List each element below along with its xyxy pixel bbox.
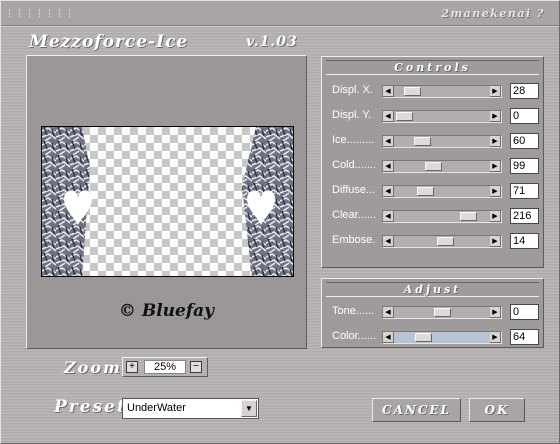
arrow-right-icon[interactable]: ▶: [490, 161, 501, 172]
zoom-in-button[interactable]: +: [126, 361, 138, 373]
chevron-down-icon[interactable]: ▼: [241, 400, 257, 417]
slider-track[interactable]: ◀ ▶: [382, 306, 502, 319]
slider-thumb[interactable]: [460, 212, 477, 221]
slider-value-input[interactable]: 28: [510, 83, 539, 99]
arrow-left-icon[interactable]: ◀: [383, 136, 394, 147]
slider-label: Displ. Y.: [332, 109, 372, 121]
slider-track[interactable]: ◀ ▶: [382, 210, 502, 223]
arrow-left-icon[interactable]: ◀: [383, 332, 394, 343]
slider-row: Diffuse... ◀ ▶ 71: [322, 183, 543, 199]
slider-track[interactable]: ◀ ▶: [382, 185, 502, 198]
arrow-right-icon[interactable]: ▶: [490, 136, 501, 147]
arrow-left-icon[interactable]: ◀: [383, 307, 394, 318]
slider-value-input[interactable]: 216: [510, 208, 539, 224]
slider-value-input[interactable]: 0: [510, 304, 539, 320]
slider-label: Cold.......: [332, 159, 377, 171]
controls-header: Controls: [326, 60, 539, 75]
slider-thumb[interactable]: [414, 137, 431, 146]
plugin-window: 2manekenai ? Mezzoforce-Ice v.1.03 © Blu…: [0, 0, 560, 444]
slider-row: Displ. X. ◀ ▶ 28: [322, 83, 543, 99]
preview-panel: © Bluefay: [26, 55, 307, 349]
slider-thumb[interactable]: [425, 162, 442, 171]
slider-track[interactable]: ◀ ▶: [382, 235, 502, 248]
slider-row: Cold....... ◀ ▶ 99: [322, 158, 543, 174]
slider-row: Ice......... ◀ ▶ 60: [322, 133, 543, 149]
author-credit: 2manekenai ?: [441, 7, 545, 20]
adjust-header: Adjust: [326, 282, 539, 297]
slider-track[interactable]: ◀ ▶: [382, 110, 502, 123]
ok-button[interactable]: OK: [469, 398, 525, 422]
slider-track[interactable]: ◀ ▶: [382, 135, 502, 148]
zoom-label: Zoom: [64, 358, 122, 377]
signature-logo: © Bluefay: [118, 301, 215, 321]
arrow-right-icon[interactable]: ▶: [490, 236, 501, 247]
slider-value-input[interactable]: 60: [510, 133, 539, 149]
slider-label: Color......: [332, 330, 377, 342]
slider-label: Diffuse...: [332, 184, 376, 196]
slider-row: Color...... ◀ ▶ 64: [322, 329, 543, 345]
preset-label: Preset: [54, 397, 127, 417]
arrow-left-icon[interactable]: ◀: [383, 186, 394, 197]
app-version: v.1.03: [246, 34, 298, 50]
arrow-right-icon[interactable]: ▶: [490, 86, 501, 97]
arrow-right-icon[interactable]: ▶: [490, 307, 501, 318]
slider-value-input[interactable]: 99: [510, 158, 539, 174]
drag-grip-icon[interactable]: [9, 9, 81, 17]
arrow-left-icon[interactable]: ◀: [383, 86, 394, 97]
arrow-left-icon[interactable]: ◀: [383, 161, 394, 172]
slider-label: Tone......: [332, 305, 375, 317]
app-title: Mezzoforce-Ice: [29, 32, 189, 52]
slider-thumb[interactable]: [404, 87, 421, 96]
slider-row: Tone...... ◀ ▶ 0: [322, 304, 543, 320]
slider-track[interactable]: ◀ ▶: [382, 331, 502, 344]
preview-image: [42, 127, 293, 276]
slider-label: Displ. X.: [332, 84, 373, 96]
slider-value-input[interactable]: 14: [510, 233, 539, 249]
slider-label: Ice.........: [332, 134, 375, 146]
slider-track[interactable]: ◀ ▶: [382, 85, 502, 98]
slider-row: Embose. ◀ ▶ 14: [322, 233, 543, 249]
arrow-left-icon[interactable]: ◀: [383, 236, 394, 247]
arrow-right-icon[interactable]: ▶: [490, 186, 501, 197]
slider-thumb[interactable]: [396, 112, 413, 121]
zoom-control: + 25% −: [122, 357, 208, 377]
arrow-left-icon[interactable]: ◀: [383, 111, 394, 122]
slider-thumb[interactable]: [437, 237, 454, 246]
arrow-left-icon[interactable]: ◀: [383, 211, 394, 222]
adjust-panel: Adjust Tone...... ◀ ▶ 0 Color...... ◀ ▶ 64: [321, 278, 544, 348]
slider-thumb[interactable]: [415, 333, 432, 342]
controls-panel: Controls Displ. X. ◀ ▶ 28 Displ. Y. ◀ ▶ 0 Ice...…: [321, 56, 544, 268]
slider-row: Clear...... ◀ ▶ 216: [322, 208, 543, 224]
slider-label: Embose.: [332, 234, 376, 246]
slider-label: Clear......: [332, 209, 377, 221]
zoom-out-button[interactable]: −: [190, 361, 202, 373]
slider-row: Displ. Y. ◀ ▶ 0: [322, 108, 543, 124]
arrow-right-icon[interactable]: ▶: [490, 211, 501, 222]
arrow-right-icon[interactable]: ▶: [490, 332, 501, 343]
title-bar[interactable]: 2manekenai ?: [1, 1, 559, 27]
zoom-value: 25%: [144, 360, 186, 374]
arrow-right-icon[interactable]: ▶: [490, 111, 501, 122]
slider-value-input[interactable]: 0: [510, 108, 539, 124]
preset-dropdown[interactable]: UnderWater ▼: [122, 398, 259, 419]
slider-thumb[interactable]: [434, 308, 451, 317]
preview-canvas[interactable]: [41, 126, 294, 277]
slider-track[interactable]: ◀ ▶: [382, 160, 502, 173]
slider-value-input[interactable]: 64: [510, 329, 539, 345]
cancel-button[interactable]: CANCEL: [372, 398, 461, 422]
slider-thumb[interactable]: [417, 187, 434, 196]
preset-selected-value: UnderWater: [127, 402, 186, 414]
slider-value-input[interactable]: 71: [510, 183, 539, 199]
